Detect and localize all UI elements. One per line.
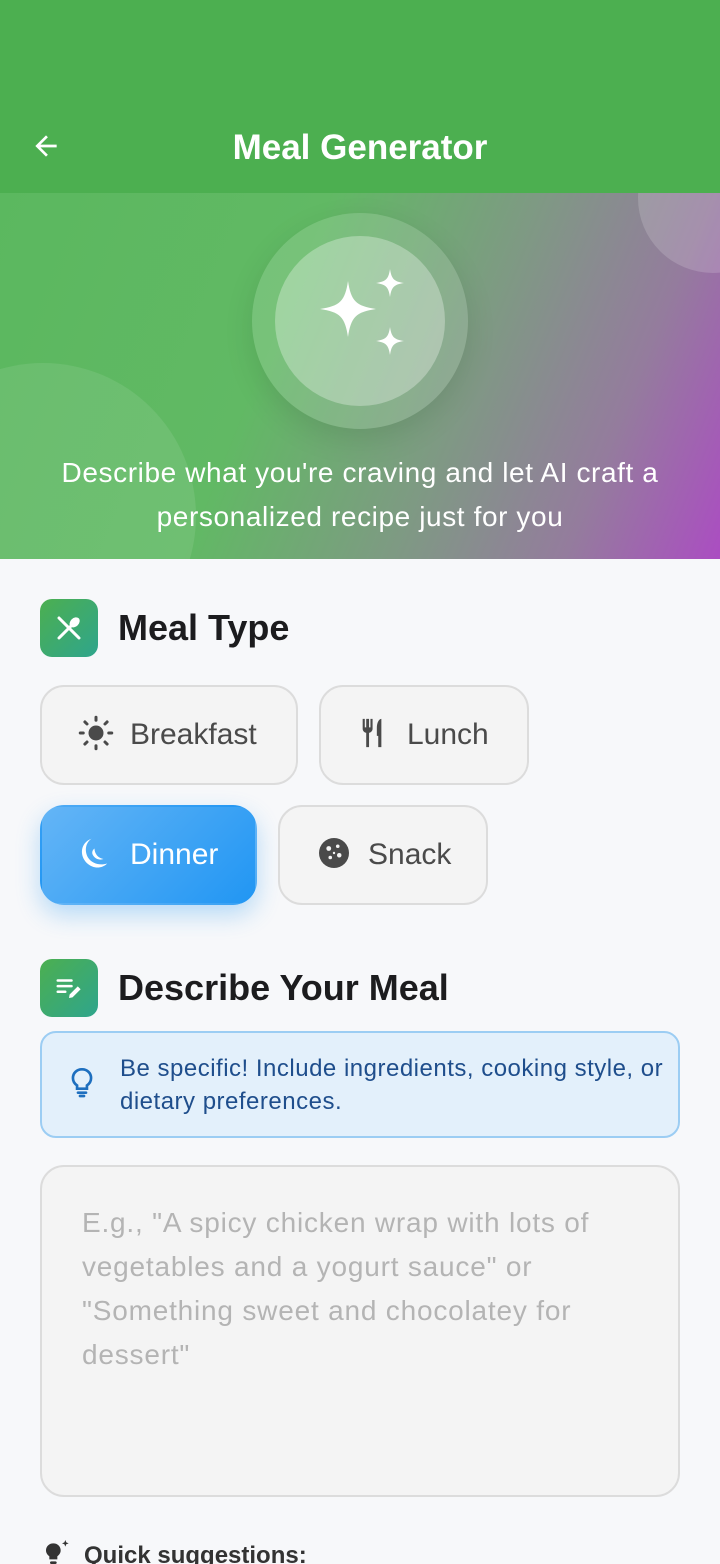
chip-label: Breakfast	[130, 718, 257, 751]
meal-type-breakfast[interactable]: Breakfast	[40, 685, 298, 785]
decorative-circle	[638, 193, 720, 273]
tip-text: Be specific! Include ingredients, cookin…	[120, 1054, 664, 1115]
sparkles-icon	[310, 268, 410, 374]
moon-icon	[78, 835, 114, 876]
chip-label: Snack	[368, 838, 452, 871]
quick-suggestions: Quick suggestions:	[40, 1536, 307, 1564]
section-title: Describe Your Meal	[118, 967, 449, 1008]
edit-note-icon	[40, 959, 98, 1017]
page-title: Meal Generator	[232, 128, 488, 167]
lightbulb-icon	[66, 1064, 98, 1105]
quick-suggestions-label: Quick suggestions:	[84, 1542, 307, 1564]
app-bar: Meal Generator	[0, 0, 720, 193]
hero-banner: Describe what you're craving and let AI …	[0, 193, 720, 559]
lightbulb-sparkle-icon	[40, 1538, 72, 1564]
meal-generator-screen: Meal Generator Describe what you're crav…	[0, 0, 720, 1564]
fork-knife-icon	[357, 715, 391, 756]
section-title: Meal Type	[118, 607, 290, 648]
cookie-icon	[316, 835, 352, 876]
sun-icon	[78, 715, 114, 756]
hero-subtitle: Describe what you're craving and let AI …	[61, 457, 659, 532]
chip-label: Dinner	[130, 838, 219, 871]
meal-description-input[interactable]	[40, 1165, 680, 1497]
utensils-icon	[40, 599, 98, 657]
chip-label: Lunch	[407, 718, 489, 751]
meal-type-dinner[interactable]: Dinner	[40, 805, 257, 905]
meal-type-header: Meal Type	[40, 598, 289, 658]
describe-header: Describe Your Meal	[40, 958, 449, 1018]
meal-type-lunch[interactable]: Lunch	[319, 685, 529, 785]
meal-type-snack[interactable]: Snack	[278, 805, 488, 905]
tip-box: Be specific! Include ingredients, cookin…	[40, 1031, 680, 1138]
hero-icon-circle	[275, 236, 445, 406]
